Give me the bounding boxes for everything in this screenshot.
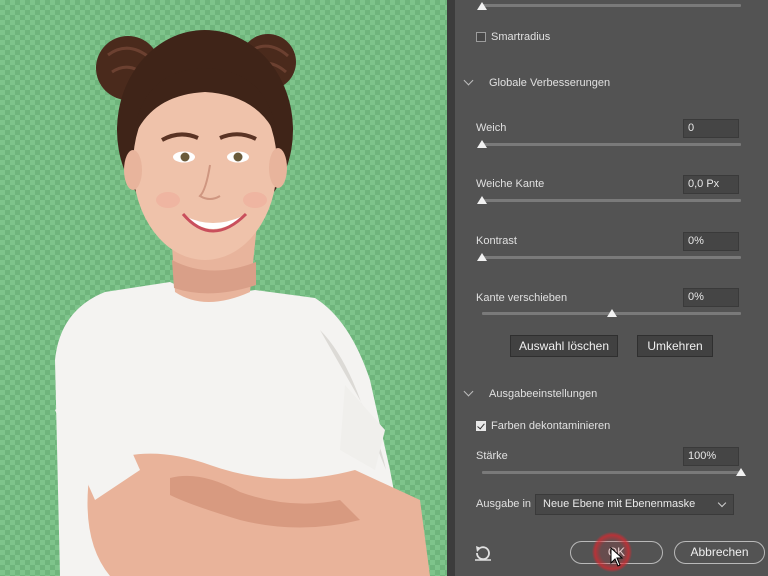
chevron-down-icon[interactable] (463, 75, 474, 86)
radius-slider-track[interactable] (482, 4, 741, 7)
clear-selection-button[interactable]: Auswahl löschen (510, 335, 618, 357)
smart-radius-checkbox[interactable] (476, 32, 486, 42)
portrait-image (55, 30, 430, 576)
smooth-label: Weich (476, 122, 507, 134)
contrast-field[interactable]: 0% (683, 232, 739, 251)
output-to-value: Neue Ebene mit Ebenenmaske (543, 498, 696, 510)
contrast-slider-track[interactable] (482, 256, 741, 259)
invert-button[interactable]: Umkehren (637, 335, 713, 357)
strength-slider-track[interactable] (482, 471, 741, 474)
cancel-button[interactable]: Abbrechen (674, 541, 765, 564)
output-settings-header[interactable]: Ausgabeeinstellungen (489, 388, 597, 400)
feather-slider-track[interactable] (482, 199, 741, 202)
smooth-slider-thumb[interactable] (477, 140, 487, 148)
mouse-cursor-icon (610, 547, 624, 567)
panel-divider[interactable] (447, 0, 455, 576)
strength-field[interactable]: 100% (683, 447, 739, 466)
shift-edge-label: Kante verschieben (476, 292, 568, 304)
chevron-down-icon[interactable] (463, 386, 474, 397)
radius-slider-thumb[interactable] (477, 2, 487, 10)
feather-field[interactable]: 0,0 Px (683, 175, 739, 194)
smooth-field[interactable]: 0 (683, 119, 739, 138)
global-refinements-header[interactable]: Globale Verbesserungen (489, 77, 610, 89)
smooth-slider-track[interactable] (482, 143, 741, 146)
chevron-down-icon (717, 498, 727, 508)
shift-edge-slider-thumb[interactable] (607, 309, 617, 317)
contrast-label: Kontrast (476, 235, 517, 247)
decontaminate-checkbox[interactable] (476, 421, 486, 431)
strength-slider-thumb[interactable] (736, 468, 746, 476)
output-to-label: Ausgabe in (476, 498, 532, 510)
feather-slider-thumb[interactable] (477, 196, 487, 204)
shift-edge-field[interactable]: 0% (683, 288, 739, 307)
image-canvas[interactable] (0, 0, 447, 576)
smart-radius-label: Smartradius (491, 31, 551, 43)
contrast-slider-thumb[interactable] (477, 253, 487, 261)
refine-edge-panel: Smartradius Globale Verbesserungen Weich… (455, 0, 768, 576)
output-to-select[interactable]: Neue Ebene mit Ebenenmaske (535, 494, 734, 515)
decontaminate-label: Farben dekontaminieren (491, 420, 611, 432)
reset-undo-icon[interactable] (473, 544, 493, 562)
feather-label: Weiche Kante (476, 178, 545, 190)
strength-label: Stärke (476, 450, 508, 462)
